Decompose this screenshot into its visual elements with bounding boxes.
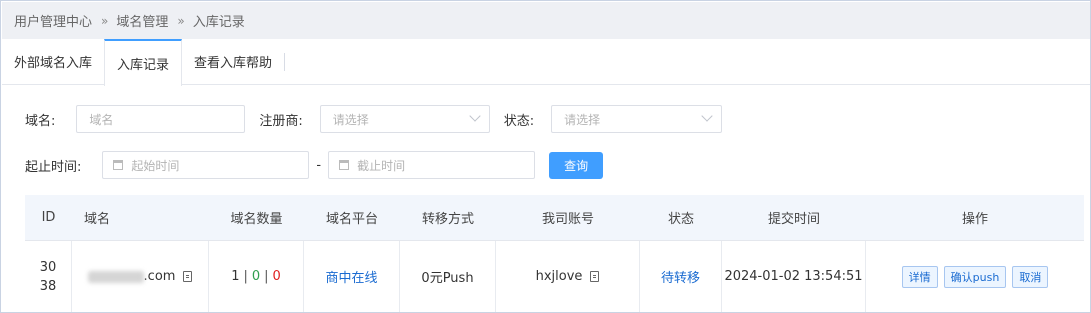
count-pipe: | bbox=[243, 269, 248, 284]
header-ops: 操作 bbox=[961, 212, 988, 227]
filter-row-1: 域名: 域名 注册商: 请选择 状态: 请选择 bbox=[25, 105, 723, 133]
chevron-down-icon bbox=[469, 110, 481, 122]
end-time-input[interactable]: 截止时间 bbox=[328, 151, 536, 179]
row-status: 待转移 bbox=[640, 241, 722, 312]
filter-row-2: 起止时间: 起始时间 - 截止时间 查询 bbox=[25, 151, 604, 179]
status-filter-label: 状态: bbox=[503, 113, 535, 129]
breadcrumb-separator: » bbox=[177, 13, 185, 28]
time-range-label: 起止时间: bbox=[25, 159, 82, 175]
tab-external-import[interactable]: 外部域名入库 bbox=[2, 39, 104, 84]
registrar-select[interactable]: 请选择 bbox=[319, 105, 490, 133]
table-row: 3038 .com 1 | 0 | 0 商中在线 0元Push hxjlove … bbox=[25, 241, 1084, 312]
row-domain-suffix: .com bbox=[143, 269, 176, 284]
tab-import-records[interactable]: 入库记录 bbox=[104, 39, 183, 86]
confirm-push-button[interactable]: 确认push bbox=[943, 265, 1007, 288]
header-transfer: 转移方式 bbox=[421, 212, 474, 227]
count-pipe: | bbox=[264, 269, 269, 284]
start-time-placeholder: 起始时间 bbox=[131, 158, 180, 173]
row-domain: .com bbox=[72, 241, 209, 312]
start-time-input[interactable]: 起始时间 bbox=[102, 151, 310, 179]
header-time: 提交时间 bbox=[767, 212, 820, 227]
tab-divider bbox=[284, 52, 286, 71]
page-frame: 用户管理中心 » 域名管理 » 入库记录 外部域名入库 入库记录 查看入库帮助 … bbox=[0, 0, 1091, 313]
domain-filter-label: 域名: bbox=[25, 113, 56, 129]
count-green: 0 bbox=[251, 269, 261, 284]
header-platform: 域名平台 bbox=[325, 212, 378, 227]
row-time: 2024-01-02 13:54:51 bbox=[722, 241, 866, 312]
breadcrumb: 用户管理中心 » 域名管理 » 入库记录 bbox=[2, 2, 1090, 39]
chevron-down-icon bbox=[701, 110, 713, 122]
row-account: hxjlove bbox=[496, 241, 640, 312]
count-red: 0 bbox=[272, 269, 281, 284]
copy-icon[interactable] bbox=[590, 271, 600, 282]
domain-filter-input[interactable]: 域名 bbox=[76, 105, 246, 133]
breadcrumb-item-user-center[interactable]: 用户管理中心 bbox=[14, 11, 92, 30]
header-domain: 域名 bbox=[84, 212, 111, 227]
records-table: ID 域名 域名数量 域名平台 转移方式 我司账号 状态 提交时间 操作 303… bbox=[25, 195, 1084, 312]
header-count: 域名数量 bbox=[230, 212, 283, 227]
query-button[interactable]: 查询 bbox=[549, 151, 604, 179]
breadcrumb-separator: » bbox=[101, 13, 109, 28]
status-select[interactable]: 请选择 bbox=[551, 105, 723, 133]
table-header: ID 域名 域名数量 域名平台 转移方式 我司账号 状态 提交时间 操作 bbox=[25, 195, 1084, 241]
header-status: 状态 bbox=[667, 212, 694, 227]
registrar-filter-label: 注册商: bbox=[259, 113, 303, 129]
row-platform-link[interactable]: 商中在线 bbox=[304, 241, 400, 312]
row-account-text: hxjlove bbox=[535, 269, 583, 284]
tab-import-help[interactable]: 查看入库帮助 bbox=[182, 39, 284, 84]
count-total: 1 bbox=[231, 269, 240, 284]
breadcrumb-item-records: 入库记录 bbox=[192, 15, 245, 30]
row-transfer: 0元Push bbox=[400, 241, 496, 312]
calendar-icon bbox=[113, 160, 124, 170]
details-button[interactable]: 详情 bbox=[901, 265, 938, 288]
registrar-select-placeholder: 请选择 bbox=[332, 112, 369, 127]
end-time-placeholder: 截止时间 bbox=[357, 158, 406, 173]
row-id: 3038 bbox=[25, 241, 72, 312]
header-id: ID bbox=[41, 210, 56, 225]
copy-icon[interactable] bbox=[183, 271, 193, 282]
calendar-icon bbox=[339, 160, 350, 170]
row-count: 1 | 0 | 0 bbox=[209, 241, 304, 312]
tab-bar: 外部域名入库 入库记录 查看入库帮助 bbox=[2, 39, 1090, 86]
range-separator: - bbox=[316, 157, 322, 173]
breadcrumb-item-domain-manage[interactable]: 域名管理 bbox=[116, 11, 168, 30]
status-select-placeholder: 请选择 bbox=[564, 112, 601, 127]
cancel-button[interactable]: 取消 bbox=[1012, 265, 1049, 288]
header-account: 我司账号 bbox=[541, 212, 594, 227]
masked-domain bbox=[87, 270, 144, 283]
domain-filter-placeholder: 域名 bbox=[89, 112, 114, 127]
row-ops: 详情 确认push 取消 bbox=[866, 241, 1084, 312]
